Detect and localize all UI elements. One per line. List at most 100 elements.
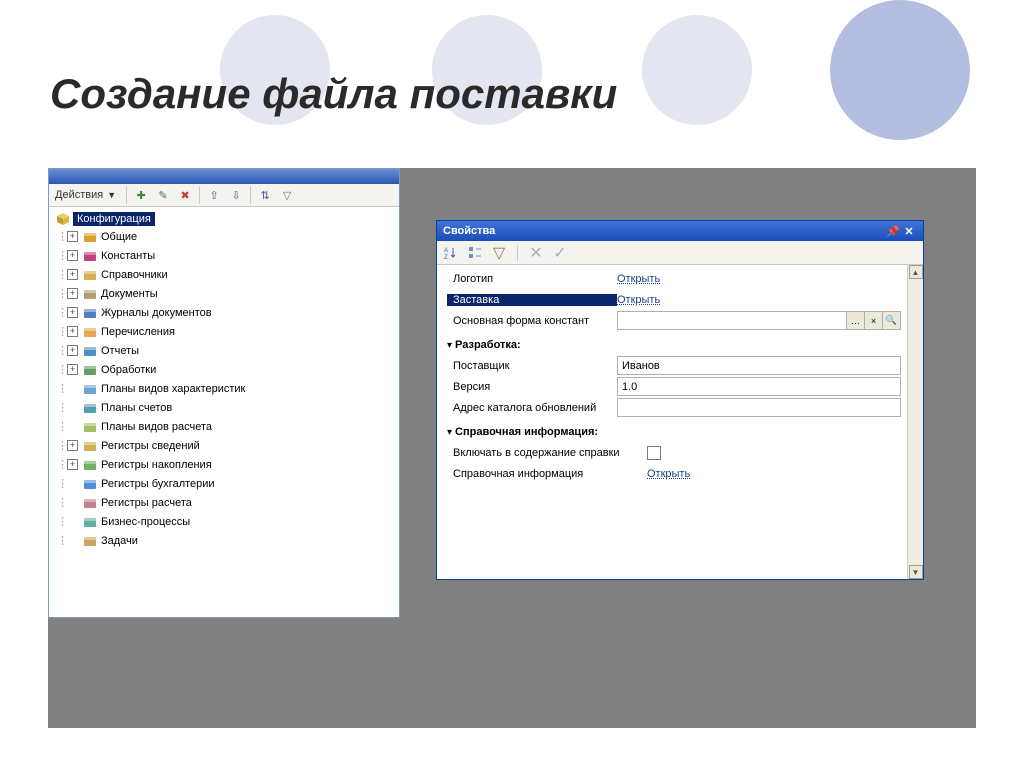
version-input[interactable] [617,377,901,396]
expand-icon[interactable]: + [67,250,78,261]
move-down-icon[interactable]: ⇩ [226,185,246,205]
filter-icon[interactable]: ▽ [489,243,509,263]
expand-icon[interactable]: + [67,440,78,451]
open-link[interactable]: Открыть [647,468,690,480]
delete-icon[interactable]: ✖ [175,185,195,205]
screenshot-area: Действия ▼ ✚ ✎ ✖ ⇧ ⇩ ⇅ ▽ Конфигурация ⋮+… [48,168,976,728]
properties-titlebar[interactable]: Свойства 📌 ✕ [437,221,923,241]
separator [250,186,251,204]
edit-icon[interactable]: ✎ [153,185,173,205]
expand-icon[interactable]: + [67,269,78,280]
section-development[interactable]: ▾ Разработка: [447,335,901,355]
lookup-button[interactable]: 🔍 [883,311,901,330]
tree-item-label: Планы видов характеристик [101,383,245,395]
tree-item[interactable]: ⋮Регистры расчета [51,493,397,512]
gear-icon [82,362,98,378]
tree-item[interactable]: ⋮+ Перечисления [51,322,397,341]
properties-body: Логотип Открыть Заставка Открыть Основна… [437,265,923,579]
include-help-checkbox[interactable] [647,446,661,460]
sort-az-icon[interactable]: AZ [441,243,461,263]
ellipsis-button[interactable]: … [847,311,865,330]
collapse-arrow-icon: ▾ [447,340,452,351]
section-help[interactable]: ▾ Справочная информация: [447,422,901,442]
tree-item-label: Регистры бухгалтерии [101,478,215,490]
tree-item[interactable]: ⋮+Обработки [51,360,397,379]
tree-item[interactable]: ⋮+Регистры накопления [51,455,397,474]
separator [126,186,127,204]
separator [199,186,200,204]
sort-icon[interactable]: ⇅ [255,185,275,205]
tree-item[interactable]: ⋮+Регистры сведений [51,436,397,455]
expand-icon[interactable]: + [67,307,78,318]
expand-icon[interactable]: + [67,288,78,299]
scrollbar[interactable]: ▲ ▼ [907,265,923,579]
open-link[interactable]: Открыть [617,273,660,285]
circle [830,0,970,140]
cube-icon [55,211,71,227]
expand-icon[interactable]: + [67,326,78,337]
prop-row-help-info: Справочная информация Открыть [447,463,901,484]
vendor-input[interactable] [617,356,901,375]
config-toolbar: Действия ▼ ✚ ✎ ✖ ⇧ ⇩ ⇅ ▽ [49,184,399,207]
accept-icon[interactable]: ✓ [550,243,570,263]
tree-line: ⋮ [57,420,67,433]
tree-item[interactable]: ⋮+Отчеты [51,341,397,360]
cancel-icon[interactable]: ✕ [526,243,546,263]
tree-item[interactable]: ⋮Бизнес-процессы [51,512,397,531]
tree-item[interactable]: ⋮+Общие [51,227,397,246]
tree-item[interactable]: ⋮+Справочники [51,265,397,284]
scroll-up-icon[interactable]: ▲ [909,265,923,279]
process-icon [82,514,98,530]
properties-title: Свойства [443,225,885,237]
tree-item[interactable]: ⋮+Константы [51,246,397,265]
tree-item[interactable]: ⋮Планы счетов [51,398,397,417]
filter-icon[interactable]: ▽ [277,185,297,205]
update-url-input[interactable] [617,398,901,417]
svg-text:A: A [444,248,448,254]
tree-branch [67,478,78,489]
tree-item[interactable]: ⋮ Планы видов характеристик [51,379,397,398]
properties-panel: Свойства 📌 ✕ AZ ▽ ✕ ✓ Логотип Открыть [436,220,924,580]
categorized-icon[interactable] [465,243,485,263]
chevron-down-icon[interactable]: ▼ [107,190,116,200]
prop-row-const-form: Основная форма констант … × 🔍 [447,310,901,331]
config-tree[interactable]: Конфигурация ⋮+Общие⋮+Константы⋮+Справоч… [49,207,399,617]
tree-line: ⋮ [57,382,67,395]
tree-line: ⋮ [57,287,67,300]
circle [642,15,752,125]
tree-root[interactable]: Конфигурация [51,211,397,227]
tree-line: ⋮ [57,325,67,338]
expand-icon[interactable]: + [67,364,78,375]
tree-item[interactable]: ⋮+Документы [51,284,397,303]
expand-icon[interactable]: + [67,231,78,242]
tree-branch [67,383,78,394]
tree-item[interactable]: ⋮Задачи [51,531,397,550]
tree-line: ⋮ [57,515,67,528]
add-icon[interactable]: ✚ [131,185,151,205]
tree-branch [67,535,78,546]
clear-button[interactable]: × [865,311,883,330]
tree-line: ⋮ [57,249,67,262]
move-up-icon[interactable]: ⇧ [204,185,224,205]
tree-item[interactable]: ⋮+Журналы документов [51,303,397,322]
report-icon [82,343,98,359]
tree-item[interactable]: ⋮Регистры бухгалтерии [51,474,397,493]
tree-line: ⋮ [57,458,67,471]
scroll-down-icon[interactable]: ▼ [909,565,923,579]
const-form-input[interactable] [617,311,847,330]
prop-label: Справочная информация [447,468,647,480]
tree-item-label: Планы видов расчета [101,421,212,433]
expand-icon[interactable]: + [67,459,78,470]
open-link[interactable]: Открыть [617,294,660,306]
prop-row-splash[interactable]: Заставка Открыть [447,289,901,310]
expand-icon[interactable]: + [67,345,78,356]
tree-item-label: Перечисления [101,326,175,338]
pin-icon[interactable]: 📌 [885,223,901,239]
actions-menu[interactable]: Действия [53,188,105,202]
configuration-panel: Действия ▼ ✚ ✎ ✖ ⇧ ⇩ ⇅ ▽ Конфигурация ⋮+… [48,168,400,618]
reg-acc-icon [82,476,98,492]
close-icon[interactable]: ✕ [901,223,917,239]
page-title: Создание файла поставки [50,70,617,118]
tree-item[interactable]: ⋮ Планы видов расчета [51,417,397,436]
prop-label: Адрес каталога обновлений [447,402,617,414]
